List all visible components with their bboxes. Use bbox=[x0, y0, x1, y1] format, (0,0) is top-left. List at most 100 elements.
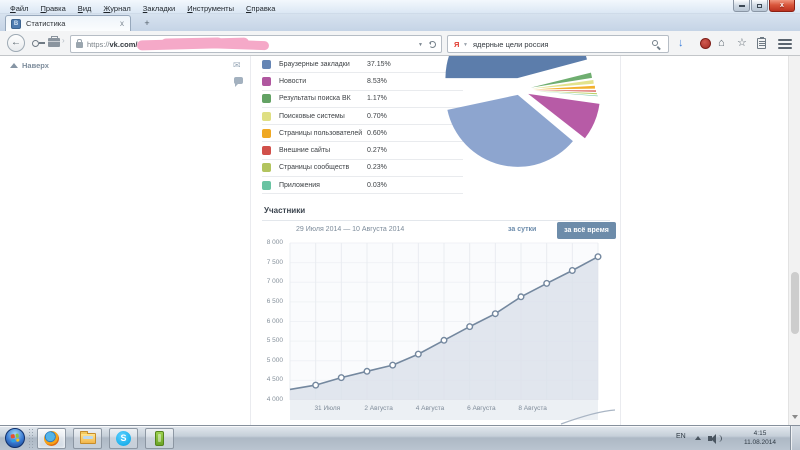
y-tick-label: 4 000 bbox=[253, 395, 283, 405]
data-point-marker bbox=[390, 362, 396, 368]
tab-close-icon[interactable]: x bbox=[119, 20, 125, 28]
search-box[interactable]: Я ▼ ядерные цели россия bbox=[447, 35, 669, 53]
y-tick-label: 6 500 bbox=[253, 297, 283, 307]
page-scrollbar[interactable] bbox=[788, 56, 800, 425]
volume-icon[interactable] bbox=[708, 436, 712, 441]
url-protocol: https:// bbox=[87, 40, 110, 49]
taskbar-skype-button[interactable]: S bbox=[109, 428, 138, 449]
legend-swatch bbox=[262, 129, 271, 138]
legend-value: 0.03% bbox=[367, 182, 387, 189]
legend-value: 0.23% bbox=[367, 164, 387, 171]
data-point-marker bbox=[441, 338, 447, 344]
legend-label: Новости bbox=[279, 78, 306, 85]
scrollbar-thumb[interactable] bbox=[791, 272, 799, 334]
close-button[interactable]: x bbox=[769, 0, 795, 12]
back-to-top-link[interactable]: Наверх bbox=[10, 61, 49, 70]
legend-swatch bbox=[262, 112, 271, 121]
y-tick-label: 7 500 bbox=[253, 258, 283, 268]
legend-label: Страницы пользователей bbox=[279, 130, 362, 137]
data-point-marker bbox=[595, 254, 601, 260]
taskbar-explorer-button[interactable] bbox=[73, 428, 102, 449]
reload-icon[interactable] bbox=[429, 41, 436, 48]
range-day-button[interactable]: за сутки bbox=[508, 226, 536, 233]
tab-statistics[interactable]: B Статистика x bbox=[5, 15, 131, 31]
back-button[interactable]: ← bbox=[7, 34, 25, 52]
home-icon[interactable]: ⌂ bbox=[718, 36, 725, 50]
windows-flag-icon bbox=[10, 433, 19, 442]
data-point-marker bbox=[518, 294, 524, 300]
adblock-icon[interactable] bbox=[700, 38, 711, 49]
content-right-divider bbox=[620, 56, 621, 425]
window-titlebar: ФайлПравкаВидЖурналЗакладкиИнструментыСп… bbox=[0, 0, 800, 14]
tray-expand-icon[interactable] bbox=[695, 436, 701, 440]
url-domain: vk.com/ bbox=[110, 40, 138, 49]
legend-label: Поисковые системы bbox=[279, 113, 345, 120]
data-point-marker bbox=[570, 268, 576, 274]
url-dropdown-icon[interactable]: ▼ bbox=[418, 42, 423, 48]
briefcase-icon[interactable] bbox=[48, 38, 60, 47]
screen: ФайлПравкаВидЖурналЗакладкиИнструментыСп… bbox=[0, 0, 800, 450]
hamburger-menu-icon[interactable] bbox=[778, 39, 792, 49]
pie-slice bbox=[534, 90, 596, 92]
minimize-button[interactable] bbox=[733, 0, 750, 12]
taskbar-firefox-button[interactable] bbox=[37, 428, 66, 449]
y-tick-label: 8 000 bbox=[253, 238, 283, 248]
downloads-icon[interactable]: ↓ bbox=[678, 36, 684, 50]
window-controls: x bbox=[732, 0, 795, 12]
new-tab-button[interactable]: + bbox=[138, 17, 156, 30]
data-point-marker bbox=[339, 375, 345, 381]
vk-favicon: B bbox=[11, 19, 21, 29]
start-button[interactable] bbox=[5, 428, 25, 448]
legend-value: 0.70% bbox=[367, 113, 387, 120]
legend-swatch bbox=[262, 181, 271, 190]
legend-value: 1.17% bbox=[367, 95, 387, 102]
tab-strip: B Статистика x + bbox=[0, 14, 800, 31]
url-bar[interactable]: https://vk.com/ ▼ bbox=[70, 35, 442, 53]
tray-clock[interactable]: 4:15 11.08.2014 bbox=[734, 429, 786, 447]
content-left-divider bbox=[250, 56, 251, 425]
key-icon[interactable] bbox=[32, 39, 45, 47]
legend-swatch bbox=[262, 77, 271, 86]
y-tick-label: 7 000 bbox=[253, 277, 283, 287]
members-line-chart bbox=[285, 240, 615, 425]
restore-button[interactable] bbox=[751, 0, 768, 12]
firefox-icon bbox=[44, 431, 59, 446]
comments-icon[interactable] bbox=[234, 77, 243, 84]
legend-swatch bbox=[262, 163, 271, 172]
search-engine-icon[interactable]: Я bbox=[454, 40, 459, 49]
taskbar: S EN 4:15 11.08.2014 bbox=[0, 425, 800, 450]
legend-value: 8.53% bbox=[367, 78, 387, 85]
up-arrow-icon bbox=[10, 63, 18, 68]
search-engine-dropdown-icon[interactable]: ▼ bbox=[463, 42, 468, 48]
legend-swatch bbox=[262, 60, 271, 69]
range-alltime-button[interactable]: за всё время bbox=[557, 222, 616, 239]
y-tick-label: 6 000 bbox=[253, 317, 283, 327]
legend-value: 37.15% bbox=[367, 61, 391, 68]
data-point-marker bbox=[313, 382, 319, 388]
clock-time: 4:15 bbox=[734, 429, 786, 438]
back-to-top-label: Наверх bbox=[22, 61, 49, 70]
messages-icon[interactable]: ✉ bbox=[233, 60, 241, 71]
clipboard-icon[interactable] bbox=[757, 38, 766, 49]
x-tick-label: 8 Августа bbox=[503, 405, 563, 412]
taskbar-app-button[interactable] bbox=[145, 428, 174, 449]
url-text: https://vk.com/ bbox=[87, 36, 137, 53]
y-tick-label: 5 500 bbox=[253, 336, 283, 346]
green-app-icon bbox=[155, 431, 164, 446]
legend-value: 0.27% bbox=[367, 147, 387, 154]
search-icon[interactable] bbox=[652, 40, 658, 46]
bookmark-star-icon[interactable]: ☆ bbox=[737, 36, 747, 50]
section-divider bbox=[262, 220, 610, 221]
taskbar-grip bbox=[28, 428, 34, 449]
legend-label: Внешние сайты bbox=[279, 147, 330, 154]
skype-icon: S bbox=[116, 431, 131, 446]
pie-slice bbox=[445, 56, 587, 78]
language-indicator[interactable]: EN bbox=[676, 433, 686, 440]
data-point-marker bbox=[467, 324, 473, 330]
menu-bar: ФайлПравкаВидЖурналЗакладкиИнструментыСп… bbox=[4, 0, 281, 14]
show-desktop-button[interactable] bbox=[790, 426, 800, 450]
search-input-value[interactable]: ядерные цели россия bbox=[473, 36, 548, 53]
data-point-marker bbox=[544, 281, 550, 287]
legend-swatch bbox=[262, 146, 271, 155]
scrollbar-down-arrow[interactable] bbox=[789, 410, 800, 424]
